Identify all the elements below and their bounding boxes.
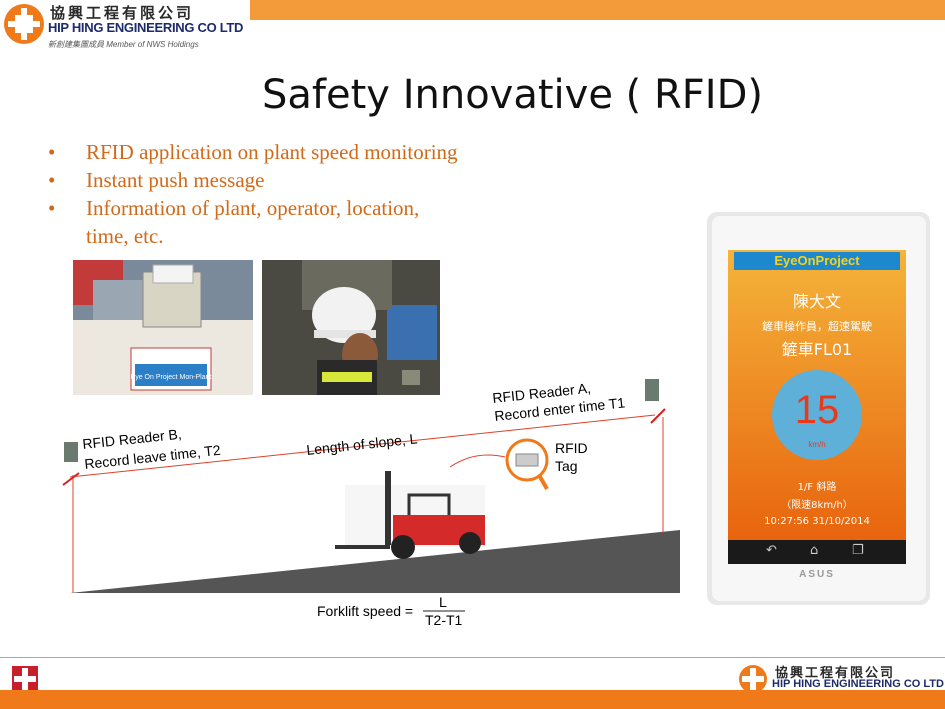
back-icon[interactable]: ↶	[766, 543, 777, 558]
company-tagline: 新創建集團成員 Member of NWS Holdings	[48, 40, 199, 49]
formula-label: Forklift speed =	[317, 603, 413, 619]
bullet-dot	[48, 222, 86, 250]
rfid-tag-label-1: RFID	[555, 440, 588, 456]
footer-divider	[0, 657, 945, 658]
formula-numerator: L	[439, 594, 447, 610]
recent-apps-icon[interactable]: ❐	[852, 543, 864, 558]
bullet-text: Information of plant, operator, location…	[86, 196, 420, 220]
footer-company-en: HIP HING ENGINEERING CO LTD	[772, 678, 944, 690]
bullet-text: Instant push message	[86, 168, 265, 192]
speed-value: 15	[794, 388, 840, 432]
logo-mark-icon	[4, 4, 44, 44]
bullet-item: • RFID application on plant speed monitor…	[48, 138, 548, 166]
speed-unit: km/h	[808, 440, 826, 449]
formula-denominator: T2-T1	[425, 612, 463, 628]
phone-brand: ASUS	[799, 569, 835, 580]
speed-diagram: RFID Tag RFID Reader A, Record enter tim…	[62, 379, 680, 628]
reader-a-icon	[645, 379, 659, 401]
speed-limit-text: （限速8km/h）	[781, 500, 853, 511]
bullet-list: • RFID application on plant speed monitor…	[48, 138, 548, 250]
slide-title: Safety Innovative ( RFID)	[262, 72, 763, 118]
bullet-dot: •	[48, 140, 56, 164]
bullet-dot: •	[48, 196, 56, 220]
location-text: 1/F 斜路	[797, 482, 837, 493]
timestamp-text: 10:27:56 31/10/2014	[764, 516, 870, 527]
alert-message: 鏟車操作員，超速駕駛	[762, 320, 872, 333]
plant-id: 鏟車FL01	[781, 340, 853, 359]
bullet-dot: •	[48, 168, 56, 192]
bullet-item: • Information of plant, operator, locatio…	[48, 194, 548, 222]
app-header: EyeOnProject	[734, 252, 900, 270]
bullet-text: time, etc.	[86, 224, 164, 248]
rfid-tag-label-2: Tag	[555, 458, 578, 474]
operator-name: 陳大文	[792, 292, 841, 311]
footer-accent-bar	[0, 690, 945, 709]
home-icon[interactable]: ⌂	[810, 543, 818, 558]
forklift-icon	[335, 471, 485, 559]
slope-length-label: Length of slope, L	[306, 430, 419, 458]
reader-b-icon	[64, 442, 78, 462]
rfid-tag-icon	[505, 438, 549, 490]
company-name-en: HIP HING ENGINEERING CO LTD	[48, 20, 244, 35]
bullet-item: • Instant push message	[48, 166, 548, 194]
bullet-item: time, etc.	[48, 222, 548, 250]
nav-bar: ↶ ⌂ ❐	[728, 540, 906, 564]
bullet-text: RFID application on plant speed monitori…	[86, 140, 458, 164]
header-accent-bar	[250, 0, 945, 20]
